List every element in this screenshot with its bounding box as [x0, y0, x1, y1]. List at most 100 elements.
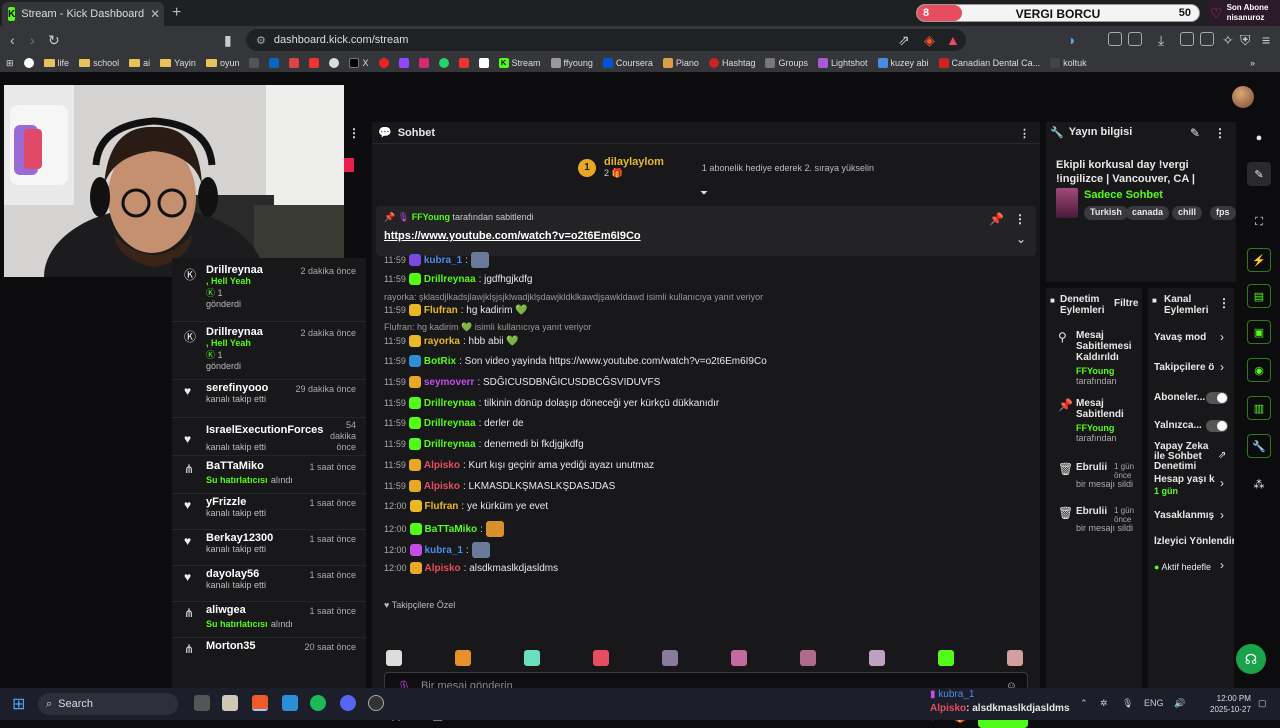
banned-item[interactable]: Yasaklanmış	[1154, 510, 1230, 521]
back-icon[interactable]: ‹	[10, 32, 15, 48]
collapse-icon[interactable]: ⏷	[700, 188, 708, 199]
notification-icon[interactable]: ▢	[1258, 698, 1267, 709]
emote-icon[interactable]	[455, 650, 471, 666]
stream-info-menu-icon[interactable]: ⋮	[1214, 126, 1226, 140]
opera-icon[interactable]	[378, 58, 389, 68]
photos-icon[interactable]	[282, 695, 298, 711]
microphone-icon[interactable]: 🎙	[1122, 698, 1133, 709]
bookmark-ai[interactable]: ai	[129, 58, 150, 68]
help-icon[interactable]: ☊	[1236, 644, 1266, 674]
emote-icon[interactable]	[869, 650, 885, 666]
account-age-item[interactable]: Hesap yaşı k	[1154, 474, 1218, 485]
pinned-message[interactable]: 📌 🎙 FFYoung tarafından sabitlendi https:…	[376, 206, 1036, 256]
message-username[interactable]: Alpisko	[424, 460, 460, 471]
bookmark-stream[interactable]: K Stream	[498, 58, 541, 68]
screenshot-icon[interactable]	[1200, 32, 1214, 46]
edit-stream-icon[interactable]: ✎	[1247, 162, 1271, 186]
download-icon[interactable]: ⤓	[1158, 32, 1164, 49]
bookmark-hashtag[interactable]: Hashtag	[708, 58, 755, 68]
emote-icon[interactable]	[593, 650, 609, 666]
chat-message[interactable]: 11:59 rayorka: hbb abii 💚	[384, 335, 1024, 347]
layout-icon[interactable]: ▥	[1247, 396, 1271, 420]
chat-message[interactable]: 12:00 BaTTaMiko:	[384, 521, 1024, 537]
close-tab-icon[interactable]: ✕	[150, 7, 160, 21]
unpin-icon[interactable]: 📌	[989, 212, 1004, 226]
message-username[interactable]: Flufran	[425, 501, 459, 512]
tray-expand-icon[interactable]: ⌃	[1080, 698, 1088, 709]
bookmark-kuzey[interactable]: kuzey abi	[877, 58, 929, 68]
tray-gear-icon[interactable]: ✲	[1100, 698, 1108, 709]
bookmark-oyun[interactable]: oyun	[205, 58, 239, 68]
discord-icon[interactable]	[340, 695, 356, 711]
edit-icon[interactable]: ✎	[1190, 126, 1200, 140]
youtube-icon[interactable]	[309, 58, 320, 68]
share-icon[interactable]: ⇗	[898, 32, 910, 49]
taskbar-search[interactable]: ⌕ Search	[38, 693, 178, 715]
forward-icon[interactable]: ›	[30, 32, 35, 48]
linkedin-icon[interactable]	[269, 58, 280, 68]
bolt-icon[interactable]: ⚡	[1247, 248, 1271, 272]
reload-icon[interactable]: ↻	[48, 32, 60, 49]
new-tab-icon[interactable]: +	[172, 4, 181, 22]
chat-message[interactable]: 12:00 Alpisko: alsdkmaslkdjasldms	[384, 562, 1024, 574]
bookmark-life[interactable]: life	[43, 58, 69, 68]
message-username[interactable]: rayorka	[424, 336, 460, 347]
bookmark-koltuk[interactable]: koltuk	[1050, 58, 1087, 68]
bookmark-school[interactable]: school	[79, 58, 119, 68]
clock[interactable]: 12:00 PM 2025-10-27	[1210, 693, 1251, 715]
twitch-icon[interactable]	[398, 58, 409, 68]
fullscreen-icon[interactable]: ⛶	[1247, 210, 1271, 234]
raid-item[interactable]: İzleyici Yönlendir	[1154, 536, 1234, 547]
tumblr-icon[interactable]	[458, 58, 469, 68]
message-username[interactable]: kubra_1	[425, 545, 463, 556]
activity-item[interactable]: ⋔ BaTTaMiko Su hatırlatıcısı alındı 1 saa…	[172, 460, 366, 494]
chrome-icon[interactable]	[329, 58, 340, 68]
volume-icon[interactable]: 🔊	[1174, 698, 1185, 709]
emote-icon[interactable]	[662, 650, 678, 666]
apps-icon[interactable]: ⊞	[6, 58, 14, 69]
emote-icon[interactable]	[800, 650, 816, 666]
bookmark-icon[interactable]: ▮	[224, 32, 232, 49]
bookmark-coursera[interactable]: Coursera	[602, 58, 653, 68]
ai-moderation-item[interactable]: Yapay Zeka ile Sohbet Denetimi	[1154, 442, 1214, 472]
bookmark-groups[interactable]: Groups	[765, 58, 808, 68]
broadcast-icon[interactable]: ◉	[1247, 358, 1271, 382]
chat-message[interactable]: 11:59 BotRix: Son video yayinda https://w…	[384, 355, 1024, 367]
amazon-icon[interactable]	[478, 58, 489, 68]
extension-icon-2[interactable]	[1108, 32, 1122, 46]
message-username[interactable]: Drillreynaa	[424, 274, 476, 285]
brave-rewards-icon[interactable]: ▲	[946, 32, 960, 48]
app-icon[interactable]	[222, 695, 238, 711]
emote-icon[interactable]	[731, 650, 747, 666]
chat-message[interactable]: 11:59 Flufran: hg kadirim 💚	[384, 304, 1024, 316]
gmail-icon[interactable]	[289, 58, 300, 68]
spotify-icon[interactable]	[310, 695, 326, 711]
bookmark-piano[interactable]: Piano	[662, 58, 699, 68]
extension-icon-3[interactable]	[1128, 32, 1142, 46]
activity-item[interactable]: ⋔ Morton35 20 saat önce	[172, 640, 366, 670]
windows-start-icon[interactable]: ⊞	[12, 694, 25, 714]
notes-icon[interactable]: ▤	[1247, 284, 1271, 308]
activity-item[interactable]: ♥ Berkay12300 kanalı takip etti 1 saat ön…	[172, 532, 366, 566]
bookmark-canadian-dental[interactable]: Canadian Dental Ca...	[938, 58, 1040, 68]
info-icon[interactable]: ●	[1247, 126, 1271, 150]
emote-only-item[interactable]: Yalnızca...	[1154, 420, 1206, 431]
bookmark-ffyoung[interactable]: ffyoung	[550, 58, 593, 68]
message-username[interactable]: Alpisko	[425, 563, 461, 574]
message-username[interactable]: Drillreynaa	[424, 439, 476, 450]
message-username[interactable]: seymoverr	[424, 377, 475, 388]
subscribers-toggle[interactable]	[1206, 392, 1228, 404]
emote-icon[interactable]	[386, 650, 402, 666]
instagram-icon[interactable]	[418, 58, 429, 68]
activity-item[interactable]: ♥ dayolay56 kanalı takip etti 1 saat önce	[172, 568, 366, 602]
chat-message[interactable]: 12:00 Flufran: ye kürküm ye evet	[384, 500, 1024, 512]
channel-actions-menu-icon[interactable]: ⋮	[1218, 296, 1230, 310]
emote-icon[interactable]	[938, 650, 954, 666]
player-menu-icon[interactable]: ⋮	[348, 126, 360, 140]
obs-icon[interactable]	[368, 695, 384, 711]
emote-icon[interactable]	[524, 650, 540, 666]
chat-message[interactable]: 11:59 Drillreynaa: derler de	[384, 417, 1024, 429]
whatsapp-icon[interactable]	[438, 58, 449, 68]
more-bookmarks-icon[interactable]: »	[1250, 58, 1255, 68]
menu-icon[interactable]: ≡	[1262, 32, 1270, 48]
